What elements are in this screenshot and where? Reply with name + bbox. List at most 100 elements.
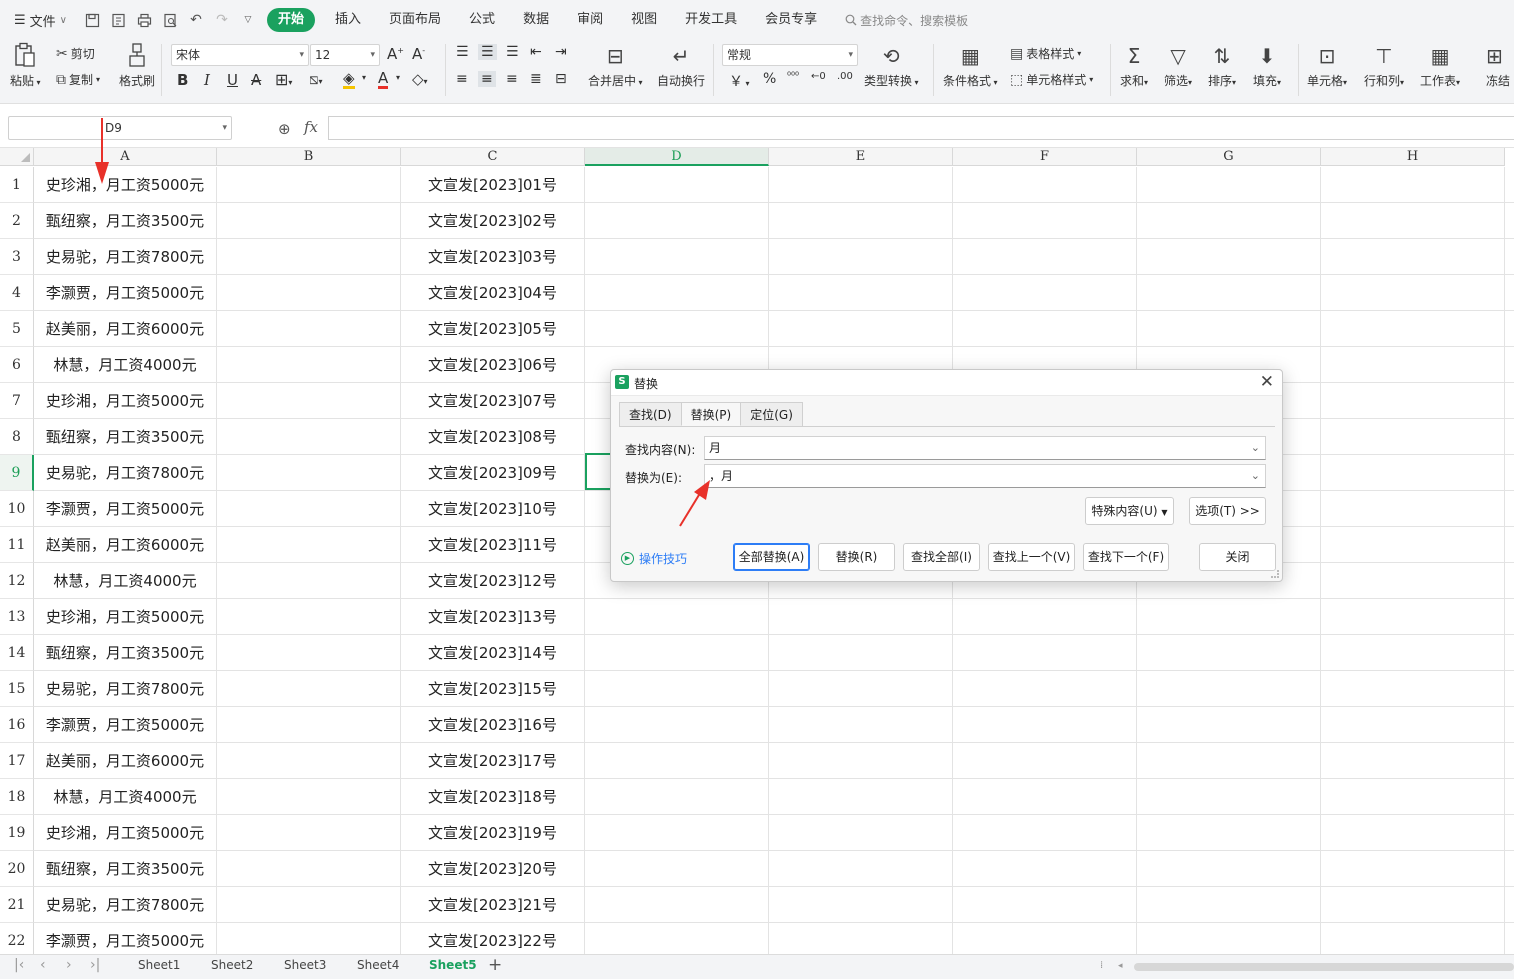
freeze-button[interactable]: ⊞ 冻结 <box>1486 42 1514 89</box>
font-name-select[interactable]: 宋体 ▾ <box>171 44 309 66</box>
select-all-corner[interactable] <box>0 148 34 166</box>
cell-h10[interactable] <box>1321 491 1505 527</box>
cell-a19[interactable]: 史珍湘，月工资5000元 <box>34 815 217 851</box>
cell-h3[interactable] <box>1321 239 1505 275</box>
find-next-button[interactable]: 查找下一个(F) <box>1083 543 1169 571</box>
row-header[interactable]: 5 <box>0 311 34 347</box>
cell-e18[interactable] <box>769 779 953 815</box>
justify-icon[interactable]: ≣ <box>530 71 542 87</box>
copy-button[interactable]: ⧉ 复制 ▾ <box>56 71 100 88</box>
increase-decimal-icon[interactable]: ←0 <box>811 71 826 82</box>
cell-c20[interactable]: 文宣发[2023]20号 <box>401 851 585 887</box>
find-all-button[interactable]: 查找全部(I) <box>903 543 980 571</box>
cell-a13[interactable]: 史珍湘，月工资5000元 <box>34 599 217 635</box>
cell-h2[interactable] <box>1321 203 1505 239</box>
cell-h15[interactable] <box>1321 671 1505 707</box>
increase-indent-icon[interactable]: ⇥ <box>555 44 567 60</box>
row-header[interactable]: 17 <box>0 743 34 779</box>
cell-g4[interactable] <box>1137 275 1321 311</box>
cell-b14[interactable] <box>217 635 401 671</box>
align-right-icon[interactable]: ≡ <box>506 71 518 87</box>
cell-g14[interactable] <box>1137 635 1321 671</box>
currency-format-button[interactable]: ￥ ▾ <box>729 71 750 91</box>
add-sheet-icon[interactable]: + <box>488 955 502 975</box>
cell-f16[interactable] <box>953 707 1137 743</box>
cell-a4[interactable]: 李灏贾，月工资5000元 <box>34 275 217 311</box>
cell-c14[interactable]: 文宣发[2023]14号 <box>401 635 585 671</box>
cell-c17[interactable]: 文宣发[2023]17号 <box>401 743 585 779</box>
prev-sheet-icon[interactable]: ‹ <box>40 957 46 973</box>
cell-f5[interactable] <box>953 311 1137 347</box>
cell-d16[interactable] <box>585 707 769 743</box>
conditional-format-button[interactable]: ▦ 条件格式 ▾ <box>943 42 998 89</box>
cell-c22[interactable]: 文宣发[2023]22号 <box>401 923 585 954</box>
cell-c13[interactable]: 文宣发[2023]13号 <box>401 599 585 635</box>
cell-h18[interactable] <box>1321 779 1505 815</box>
cell-b12[interactable] <box>217 563 401 599</box>
row-header[interactable]: 1 <box>0 167 34 203</box>
cell-a3[interactable]: 史易驼，月工资7800元 <box>34 239 217 275</box>
font-size-select[interactable]: 12 ▾ <box>310 44 380 66</box>
clear-format-icon[interactable]: ◇▾ <box>412 70 428 88</box>
cell-c3[interactable]: 文宣发[2023]03号 <box>401 239 585 275</box>
tab-review[interactable]: 审阅 <box>563 8 617 32</box>
cell-g5[interactable] <box>1137 311 1321 347</box>
last-sheet-icon[interactable]: ›| <box>90 957 100 973</box>
fx-icon[interactable]: fx <box>304 118 318 136</box>
cell-c12[interactable]: 文宣发[2023]12号 <box>401 563 585 599</box>
redo-icon[interactable]: ↷ <box>211 9 233 31</box>
cell-a5[interactable]: 赵美丽，月工资6000元 <box>34 311 217 347</box>
cell-h1[interactable] <box>1321 167 1505 203</box>
row-header[interactable]: 19 <box>0 815 34 851</box>
cell-h6[interactable] <box>1321 347 1505 383</box>
row-header[interactable]: 9 <box>0 455 34 491</box>
filter-button[interactable]: ▽ 筛选▾ <box>1164 42 1192 89</box>
formula-input[interactable] <box>328 116 1514 140</box>
cell-d4[interactable] <box>585 275 769 311</box>
cell-style-button[interactable]: ⬚ 单元格样式 ▾ <box>1010 71 1093 88</box>
cell-e2[interactable] <box>769 203 953 239</box>
row-header[interactable]: 10 <box>0 491 34 527</box>
cell-g22[interactable] <box>1137 923 1321 954</box>
cell-b15[interactable] <box>217 671 401 707</box>
row-header[interactable]: 12 <box>0 563 34 599</box>
print-icon[interactable] <box>133 9 155 31</box>
options-button[interactable]: 选项(T) >> <box>1189 497 1266 525</box>
cell-f13[interactable] <box>953 599 1137 635</box>
cell-e20[interactable] <box>769 851 953 887</box>
cell-b22[interactable] <box>217 923 401 954</box>
tab-replace[interactable]: 替换(P) <box>680 402 742 426</box>
cell-g19[interactable] <box>1137 815 1321 851</box>
cell-d21[interactable] <box>585 887 769 923</box>
cell-a21[interactable]: 史易驼，月工资7800元 <box>34 887 217 923</box>
cell-h21[interactable] <box>1321 887 1505 923</box>
distributed-icon[interactable]: ⊟ <box>555 71 567 87</box>
column-header-h[interactable]: H <box>1321 148 1505 166</box>
cell-b3[interactable] <box>217 239 401 275</box>
cell-f2[interactable] <box>953 203 1137 239</box>
wrap-text-button[interactable]: ↵ 自动换行 <box>657 42 705 89</box>
cell-d14[interactable] <box>585 635 769 671</box>
cell-h12[interactable] <box>1321 563 1505 599</box>
first-sheet-icon[interactable]: |‹ <box>14 957 24 973</box>
cell-c10[interactable]: 文宣发[2023]10号 <box>401 491 585 527</box>
scroll-left-icon[interactable]: ◂ <box>1118 961 1123 971</box>
tab-page-layout[interactable]: 页面布局 <box>375 8 455 32</box>
cell-f21[interactable] <box>953 887 1137 923</box>
cell-f20[interactable] <box>953 851 1137 887</box>
number-format-select[interactable]: 常规 ▾ <box>722 44 858 66</box>
sheet-tab-2[interactable]: Sheet2 <box>211 958 253 972</box>
cell-e21[interactable] <box>769 887 953 923</box>
cell-f1[interactable] <box>953 167 1137 203</box>
close-icon[interactable]: ✕ <box>1260 372 1274 392</box>
align-middle-icon[interactable]: ☰ <box>478 44 497 60</box>
cell-a8[interactable]: 甄纽察，月工资3500元 <box>34 419 217 455</box>
cell-a12[interactable]: 林慧，月工资4000元 <box>34 563 217 599</box>
cell-c1[interactable]: 文宣发[2023]01号 <box>401 167 585 203</box>
cell-g16[interactable] <box>1137 707 1321 743</box>
save-icon[interactable] <box>81 9 103 31</box>
cell-e1[interactable] <box>769 167 953 203</box>
row-header[interactable]: 18 <box>0 779 34 815</box>
tips-link[interactable]: ▶ 操作技巧 <box>621 550 687 567</box>
close-button[interactable]: 关闭 <box>1199 543 1276 571</box>
